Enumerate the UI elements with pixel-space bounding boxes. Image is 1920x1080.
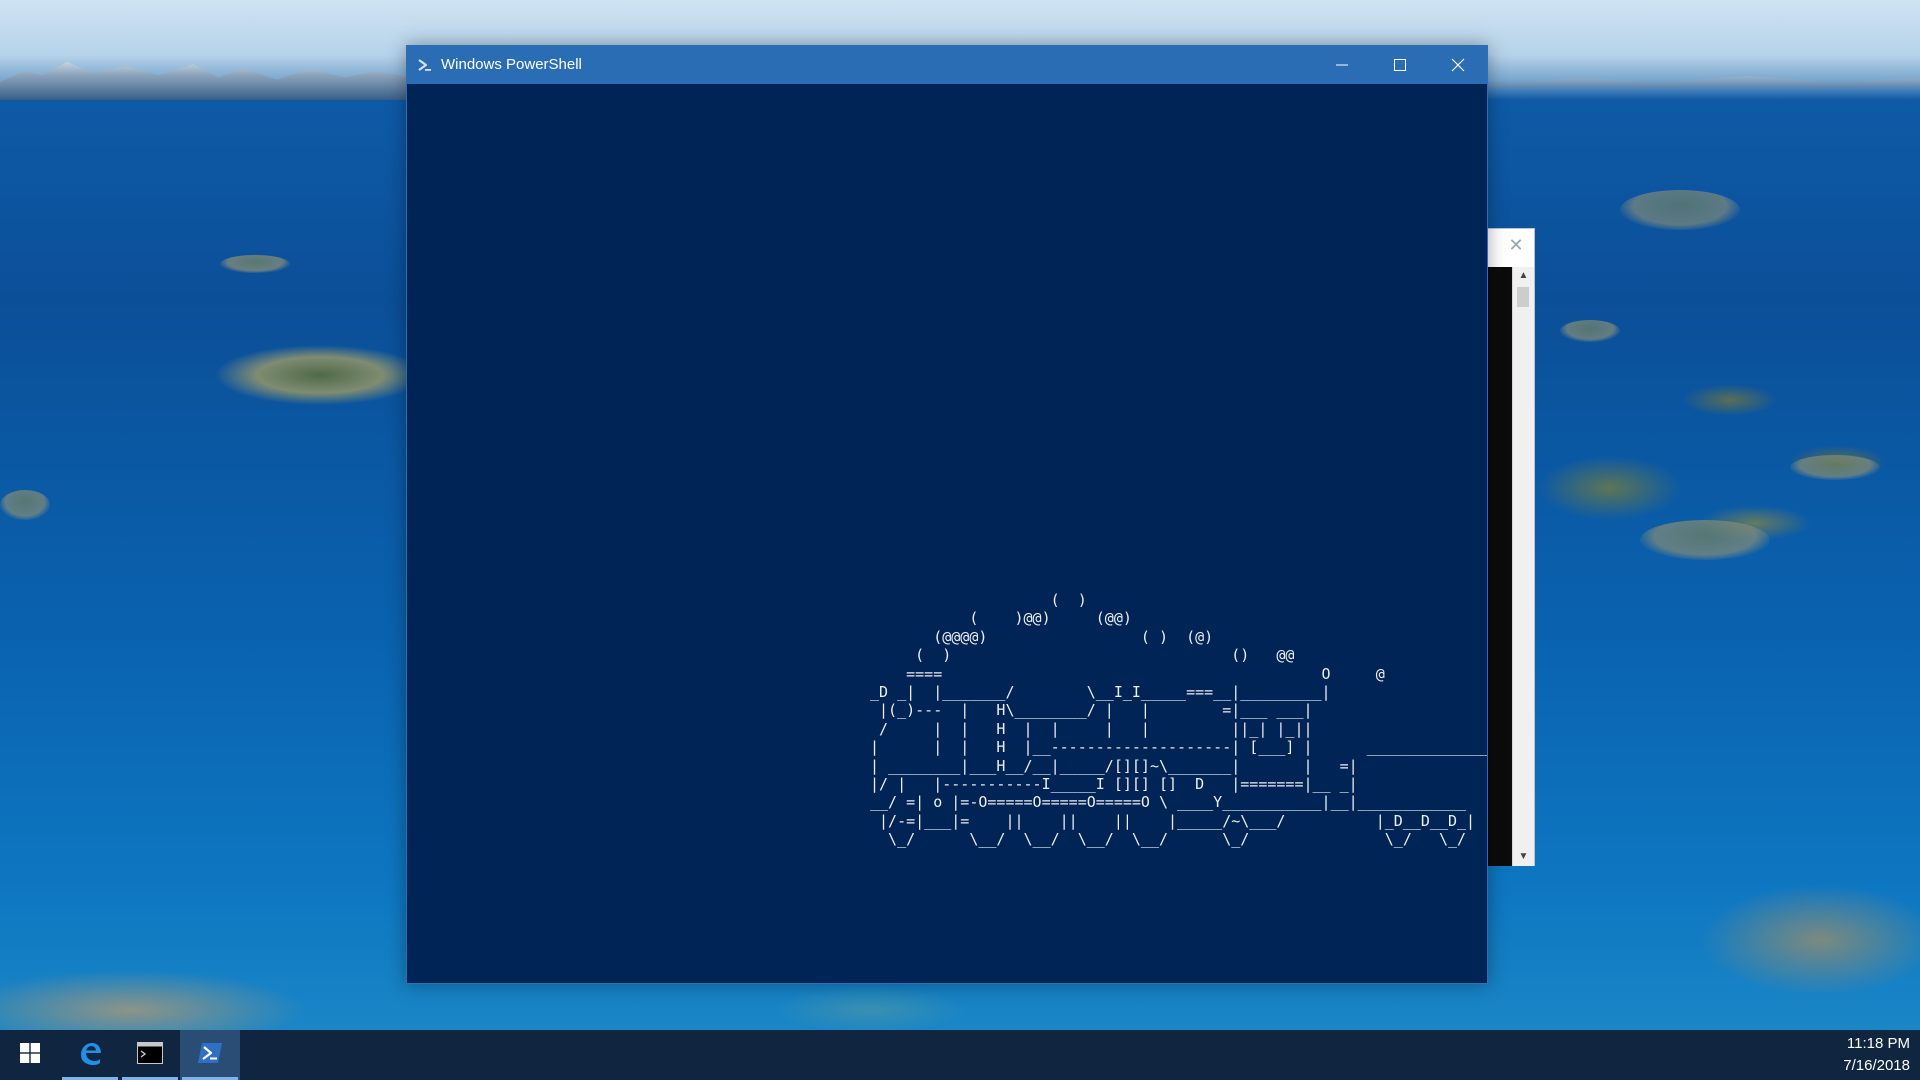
minimize-icon	[1336, 59, 1348, 71]
wallpaper-island	[1790, 455, 1880, 480]
edge-icon	[77, 1040, 103, 1071]
clock-time: 11:18 PM	[1846, 1035, 1910, 1052]
scroll-down-icon[interactable]: ▼	[1513, 848, 1534, 866]
scroll-up-icon[interactable]: ▲	[1513, 267, 1534, 285]
scrollbar-thumb[interactable]	[1517, 287, 1529, 307]
wallpaper-island	[1560, 320, 1620, 342]
background-window[interactable]: ✕ ▲ ▼	[1486, 228, 1535, 866]
console-area[interactable]: ( ) ( )@@) (@@) (@@@@) ( ) (@) ( ) () @@…	[407, 84, 1487, 983]
background-window-content	[1487, 267, 1513, 866]
taskbar-powershell[interactable]	[180, 1030, 240, 1080]
wallpaper-island	[1640, 520, 1770, 560]
clock-date: 7/16/2018	[1843, 1057, 1910, 1074]
taskbar-edge[interactable]	[60, 1030, 120, 1080]
wallpaper-mountains-right	[1490, 76, 1920, 88]
taskbar-command-prompt[interactable]	[120, 1030, 180, 1080]
minimize-button[interactable]	[1313, 46, 1371, 84]
window-title: Windows PowerShell	[441, 56, 582, 73]
windows-logo-icon	[20, 1042, 40, 1068]
powershell-window[interactable]: Windows PowerShell ( ) ( )@@) (@@) (@@@@…	[406, 45, 1488, 984]
wallpaper-island	[220, 255, 290, 273]
taskbar: 11:18 PM 7/16/2018	[0, 1030, 1920, 1080]
title-bar[interactable]: Windows PowerShell	[407, 46, 1487, 84]
start-button[interactable]	[0, 1030, 60, 1080]
console-output: ( ) ( )@@) (@@) (@@@@) ( ) (@) ( ) () @@…	[870, 591, 1487, 849]
powershell-icon	[417, 57, 433, 73]
cmd-icon	[137, 1041, 163, 1069]
maximize-button[interactable]	[1371, 46, 1429, 84]
powershell-icon	[197, 1042, 223, 1069]
vertical-scrollbar[interactable]: ▲ ▼	[1512, 267, 1534, 866]
wallpaper-island	[0, 490, 50, 520]
close-icon	[1451, 58, 1465, 72]
system-clock[interactable]: 11:18 PM 7/16/2018	[1820, 1030, 1910, 1080]
close-button[interactable]	[1429, 46, 1487, 84]
maximize-icon	[1394, 59, 1406, 71]
wallpaper-mountains	[0, 61, 420, 100]
close-icon[interactable]: ✕	[1506, 235, 1526, 255]
wallpaper-island	[1620, 190, 1740, 230]
